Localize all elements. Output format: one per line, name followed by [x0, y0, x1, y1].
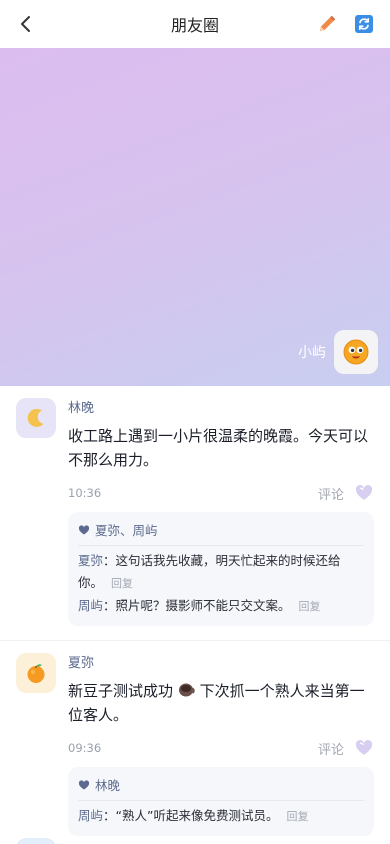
post-meta: 09:36 评论: [68, 737, 374, 759]
comment-separator: ：: [103, 808, 116, 823]
comment-author[interactable]: 夏弥: [78, 553, 103, 568]
post-time: 09:36: [68, 741, 102, 755]
likes-row: 夏弥、周屿: [78, 520, 364, 546]
comment-author[interactable]: 周屿: [78, 808, 103, 823]
comment-separator: ：: [103, 598, 116, 613]
post-author[interactable]: 夏弥: [68, 655, 374, 673]
cover-user-name: 小屿: [298, 345, 326, 361]
post-meta: 10:36 评论: [68, 482, 374, 504]
post-item: 林晚 收工路上遇到一小片很温柔的晚霞。今天可以不那么用力。 10:36 评论 夏…: [0, 386, 390, 641]
comment-button[interactable]: 评论: [318, 484, 344, 503]
likes-names[interactable]: 林晚: [95, 775, 120, 794]
interaction-box: 林晚 周屿：“熟人”听起来像免费测试员。 回复: [68, 767, 374, 836]
moments-page: 朋友圈 小屿 林晚 收工路上遇到一小片很温柔的晚霞。今天可以不那么用力。 10:…: [0, 0, 390, 844]
comment-button[interactable]: 评论: [318, 739, 344, 758]
interaction-box: 夏弥、周屿 夏弥：这句话我先收藏，明天忙起来的时候还给你。 回复 周屿：照片呢？摄…: [68, 512, 374, 626]
post-author[interactable]: 林晚: [68, 400, 374, 418]
back-icon[interactable]: [16, 14, 36, 34]
comment-separator: ：: [103, 553, 116, 568]
post-text: 新豆子测试成功 下次抓一个熟人来当第一位客人。: [68, 679, 374, 727]
comment-item[interactable]: 周屿：“熟人”听起来像免费测试员。 回复: [78, 805, 364, 828]
reply-button[interactable]: 回复: [299, 600, 321, 613]
likes-names[interactable]: 夏弥、周屿: [95, 520, 158, 539]
reply-button[interactable]: 回复: [111, 577, 133, 590]
heart-icon[interactable]: [354, 483, 374, 503]
cover-avatar[interactable]: [334, 330, 378, 374]
refresh-icon[interactable]: [354, 14, 374, 34]
avatar[interactable]: [16, 398, 56, 438]
smiley-face-icon: [343, 339, 369, 365]
reply-button[interactable]: 回复: [286, 810, 308, 823]
comment-author[interactable]: 周屿: [78, 598, 103, 613]
heart-icon[interactable]: [354, 738, 374, 758]
post-text: 收工路上遇到一小片很温柔的晚霞。今天可以不那么用力。: [68, 427, 369, 469]
crescent-moon-icon: [27, 408, 44, 427]
post-text-part: 新豆子测试成功: [68, 682, 174, 700]
avatar[interactable]: [16, 838, 56, 844]
coffee-cup-icon: [178, 683, 195, 697]
comment-item[interactable]: 周屿：照片呢？摄影师不能只交文案。 回复: [78, 595, 364, 618]
avatar[interactable]: [16, 653, 56, 693]
post-actions: 评论: [318, 738, 374, 758]
pencil-icon[interactable]: [316, 13, 338, 35]
heart-icon: [78, 779, 90, 789]
likes-row: 林晚: [78, 775, 364, 801]
post-item: 夏弥 新豆子测试成功 下次抓一个熟人来当第一位客人。 09:36 评论 林晚 周…: [0, 641, 390, 844]
comment-item[interactable]: 夏弥：这句话我先收藏，明天忙起来的时候还给你。 回复: [78, 550, 364, 595]
comment-text: 照片呢？摄影师不能只交文案。: [115, 598, 291, 613]
heart-icon: [78, 524, 90, 534]
comment-text: “熟人”听起来像免费测试员。: [115, 808, 279, 823]
page-title: 朋友圈: [170, 16, 219, 35]
cover-image[interactable]: 小屿: [0, 48, 390, 386]
nav-bar: 朋友圈: [0, 0, 390, 48]
moments-feed: 林晚 收工路上遇到一小片很温柔的晚霞。今天可以不那么用力。 10:36 评论 夏…: [0, 386, 390, 844]
post-time: 10:36: [68, 486, 102, 500]
post-actions: 评论: [318, 483, 374, 503]
orange-fruit-icon: [27, 664, 45, 683]
